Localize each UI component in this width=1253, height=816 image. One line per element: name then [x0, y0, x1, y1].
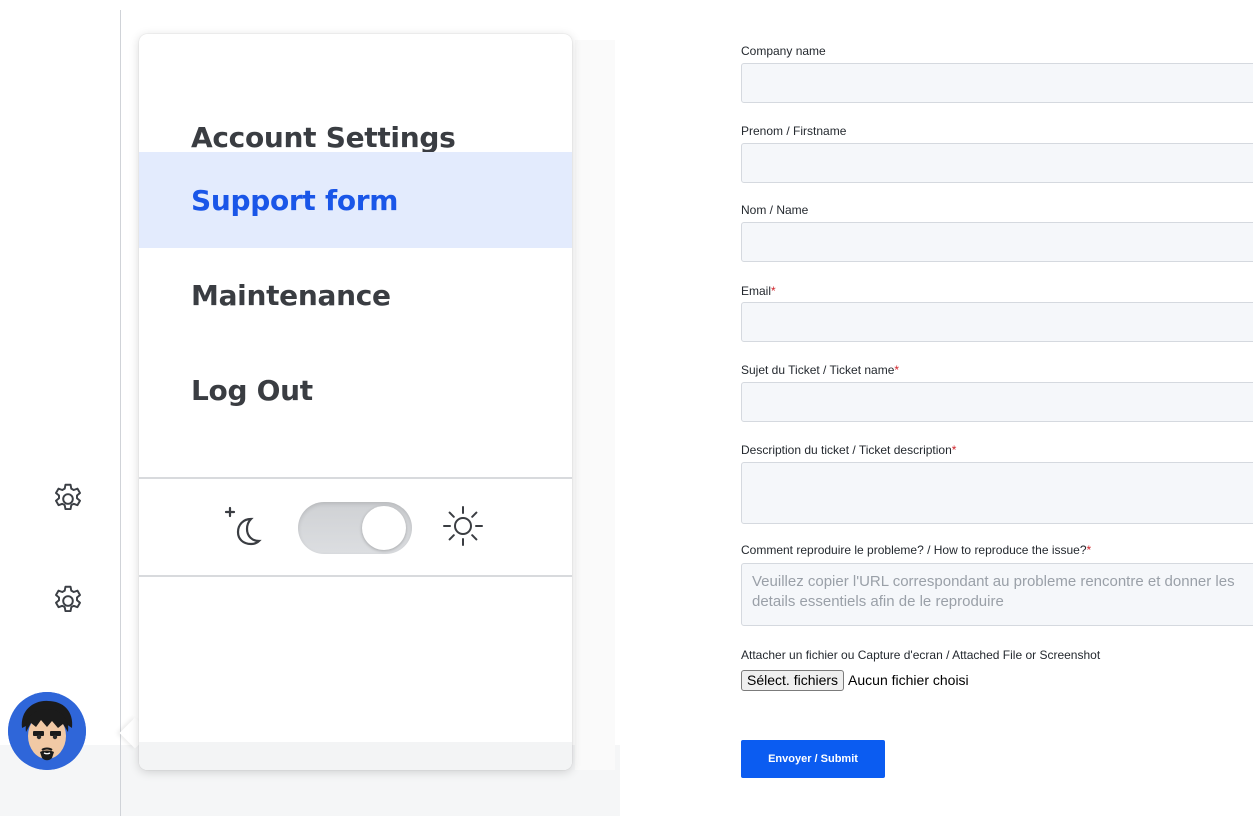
email-label: Email* — [741, 284, 776, 298]
file-input: Sélect. fichiers Aucun fichier choisi — [741, 669, 969, 691]
ticket-name-label: Sujet du Ticket / Ticket name* — [741, 363, 900, 377]
menu-item-support-form[interactable]: Support form — [139, 152, 572, 248]
menu-divider — [139, 477, 572, 479]
rail-divider — [120, 10, 121, 816]
moon-icon — [223, 504, 263, 548]
background-shadow — [575, 40, 615, 770]
company-name-input[interactable] — [741, 63, 1253, 103]
theme-switcher — [139, 480, 572, 576]
attach-file-label: Attacher un fichier ou Capture d'ecran /… — [741, 648, 1101, 662]
required-marker: * — [894, 363, 900, 377]
sun-icon — [441, 504, 485, 548]
file-status: Aucun fichier choisi — [848, 672, 969, 688]
menu-item-log-out[interactable]: Log Out — [139, 342, 572, 438]
avatar[interactable] — [8, 692, 86, 770]
menu-divider — [139, 575, 572, 577]
name-label: Nom / Name — [741, 203, 809, 217]
ticket-description-label: Description du ticket / Ticket descripti… — [741, 443, 957, 457]
ticket-name-input[interactable] — [741, 382, 1253, 422]
user-menu: Account Settings Support form Maintenanc… — [139, 34, 572, 770]
menu-footer — [139, 742, 572, 770]
email-field[interactable] — [741, 302, 1253, 342]
name-input[interactable] — [741, 222, 1253, 262]
ticket-description-textarea[interactable] — [741, 462, 1253, 524]
theme-toggle[interactable] — [298, 502, 412, 554]
required-marker: * — [1086, 543, 1092, 557]
support-form: Company name Prenom / Firstname Nom / Na… — [741, 0, 1253, 816]
required-marker: * — [951, 443, 957, 457]
reproduce-textarea[interactable]: Veuillez copier l'URL correspondant au p… — [741, 563, 1253, 626]
firstname-input[interactable] — [741, 143, 1253, 183]
toggle-knob — [362, 506, 406, 550]
gear-icon[interactable] — [50, 583, 86, 619]
firstname-label: Prenom / Firstname — [741, 124, 847, 138]
gear-icon[interactable] — [50, 481, 86, 517]
required-marker: * — [771, 284, 776, 298]
select-files-button[interactable]: Sélect. fichiers — [741, 669, 845, 691]
left-rail — [0, 0, 120, 816]
reproduce-label: Comment reproduire le probleme? / How to… — [741, 543, 1092, 557]
menu-item-maintenance[interactable]: Maintenance — [139, 247, 572, 343]
submit-button[interactable]: Envoyer / Submit — [741, 740, 885, 778]
company-name-label: Company name — [741, 44, 826, 58]
